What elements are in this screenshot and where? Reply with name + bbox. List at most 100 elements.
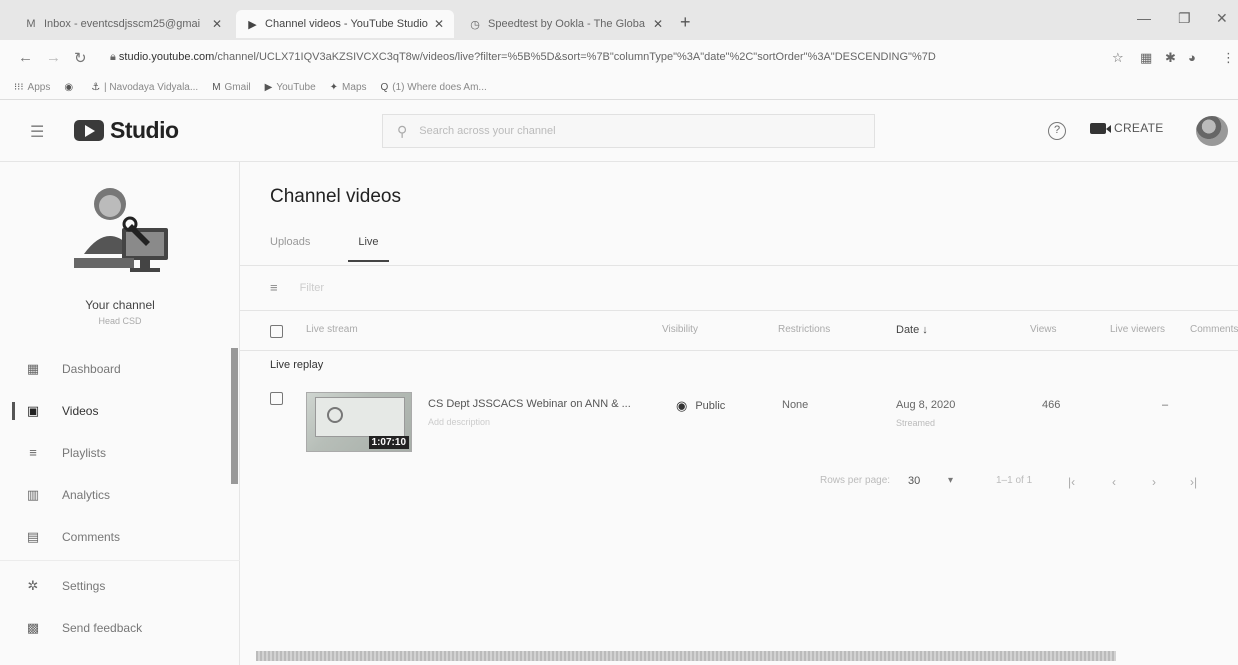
close-icon[interactable]: ✕ (212, 17, 222, 31)
apps-icon: ⁝⁝⁝ (14, 82, 24, 93)
url-domain: studio.youtube.com (118, 51, 215, 63)
sidebar-item-videos[interactable]: ▣ Videos (0, 390, 240, 432)
studio-logo[interactable]: Studio (74, 117, 179, 144)
address-bar-row: ← → ↻ 🔒︎ studio.youtube.com/channel/UCLX… (0, 40, 1238, 76)
last-page-icon[interactable]: ›| (1190, 475, 1197, 489)
hamburger-menu-icon[interactable]: ☰ (30, 122, 44, 142)
eye-icon: ◉ (676, 398, 688, 413)
puzzle-icon[interactable]: ✱ (1165, 50, 1176, 66)
account-avatar[interactable] (1196, 116, 1228, 146)
bookmark-youtube[interactable]: ▶ YouTube (265, 82, 316, 93)
feedback-icon: ▩ (26, 620, 40, 635)
bookmark-quora[interactable]: Q (1) Where does Am... (381, 82, 487, 93)
sidebar-item-playlists[interactable]: ≡ Playlists (0, 432, 240, 474)
visibility-dropdown[interactable]: ◉ Public (676, 398, 725, 414)
gmail-icon: M (212, 82, 221, 93)
logo-text: Studio (110, 117, 179, 143)
main-content: Channel videos Uploads Live ≡ Filter Liv… (240, 162, 1238, 665)
bookmark-navodaya[interactable]: ⚓ | Navodaya Vidyala... (91, 82, 198, 93)
prev-page-icon[interactable]: ‹ (1112, 475, 1116, 489)
new-tab-button[interactable]: + (680, 12, 691, 33)
bookmark-globe[interactable]: ◉ (64, 82, 77, 93)
sidebar-item-dashboard[interactable]: ▦ Dashboard (0, 348, 240, 390)
create-button[interactable]: CREATE (1090, 121, 1164, 135)
forward-icon[interactable]: → (46, 49, 61, 66)
extension-icon[interactable]: ▦ (1140, 50, 1152, 66)
column-header-live-viewers[interactable]: Live viewers (1110, 324, 1165, 335)
sidebar-item-settings[interactable]: ✲ Settings (0, 565, 240, 607)
star-icon[interactable]: ☆ (1112, 50, 1124, 66)
url-field[interactable]: 🔒︎ studio.youtube.com/channel/UCLX71IQV3… (110, 51, 1095, 64)
menu-kebab-icon[interactable]: ⋮ (1222, 50, 1235, 66)
tab-speedtest[interactable]: ◷ Speedtest by Ookla - The Globa ✕ (458, 10, 673, 38)
filter-icon[interactable]: ≡ (270, 280, 278, 295)
date-value: Aug 8, 2020 (896, 399, 956, 411)
bookmark-label: | Navodaya Vidyala... (104, 82, 199, 93)
restrictions-value: None (782, 399, 809, 411)
tab-gmail[interactable]: M Inbox - eventcsdjsscm25@gmai ✕ (14, 10, 232, 38)
tab-uploads[interactable]: Uploads (270, 236, 310, 262)
column-header-visibility[interactable]: Visibility (662, 324, 698, 335)
select-all-checkbox[interactable] (270, 325, 283, 338)
column-header-live-stream: Live stream (306, 324, 358, 335)
tab-youtube-studio[interactable]: ▶ Channel videos - YouTube Studio ✕ (236, 10, 454, 38)
horizontal-scrollbar[interactable] (256, 651, 1116, 661)
video-thumbnail[interactable]: 1:07:10 (306, 392, 412, 452)
thumbnail-logo (327, 407, 343, 423)
section-label: Live replay (270, 359, 324, 371)
sidebar-item-analytics[interactable]: ▥ Analytics (0, 474, 240, 516)
sidebar-item-label: Videos (62, 404, 99, 418)
sidebar-scrollbar[interactable] (231, 348, 238, 484)
close-icon[interactable]: ✕ (653, 17, 663, 31)
filter-divider (240, 310, 1238, 311)
column-header-views[interactable]: Views (1030, 324, 1057, 335)
sidebar-item-comments[interactable]: ▤ Comments (0, 516, 240, 558)
tab-live[interactable]: Live (348, 236, 389, 262)
reload-icon[interactable]: ↻ (74, 49, 87, 67)
bookmark-maps[interactable]: ✦ Maps (330, 82, 367, 93)
filter-input[interactable]: Filter (300, 282, 324, 294)
help-icon[interactable]: ? (1048, 122, 1066, 140)
bookmark-label: YouTube (276, 82, 316, 93)
bookmark-label: (1) Where does Am... (392, 82, 487, 93)
bookmark-apps[interactable]: ⁝⁝⁝ Apps (14, 82, 50, 93)
search-input[interactable] (419, 125, 840, 137)
rows-per-page-select[interactable]: 30 (908, 475, 920, 487)
live-viewers-value: – (1162, 399, 1169, 411)
restore-icon[interactable]: ❐ (1178, 10, 1191, 27)
channel-avatar[interactable] (70, 184, 176, 290)
bookmark-label: Apps (27, 82, 51, 93)
content-tabs: Uploads Live (270, 236, 389, 262)
create-camera-icon (1090, 122, 1111, 134)
first-page-icon[interactable]: |‹ (1068, 475, 1075, 489)
window-close-icon[interactable]: ✕ (1216, 10, 1228, 27)
column-header-comments[interactable]: Comments (1190, 324, 1238, 335)
profile-icon[interactable]: ◕ (1188, 50, 1196, 65)
video-description[interactable]: Add description (428, 417, 490, 427)
create-label: CREATE (1114, 121, 1164, 135)
date-subtext: Streamed (896, 418, 936, 428)
filter-bar[interactable]: ≡ Filter (270, 280, 324, 295)
visibility-value: Public (695, 400, 726, 412)
speedtest-icon: ◷ (470, 18, 480, 31)
minimize-icon[interactable]: — (1137, 10, 1151, 26)
channel-subtitle: Head CSD (98, 316, 142, 326)
bookmarks-bar: ⁝⁝⁝ Apps ◉ ⚓ | Navodaya Vidyala... M Gmail … (0, 76, 1238, 100)
header-divider (240, 350, 1238, 351)
column-header-restrictions[interactable]: Restrictions (778, 324, 830, 335)
gmail-icon: M (26, 18, 36, 30)
next-page-icon[interactable]: › (1152, 475, 1156, 489)
sidebar-item-label: Comments (62, 530, 121, 544)
back-icon[interactable]: ← (18, 49, 33, 66)
tab-title: Speedtest by Ookla - The Globa (488, 18, 645, 30)
search-bar: ⚲ (382, 114, 875, 148)
sidebar-item-send-feedback[interactable]: ▩ Send feedback (0, 607, 240, 649)
close-icon[interactable]: ✕ (434, 17, 444, 31)
column-header-date[interactable]: Date ↓ (896, 324, 928, 336)
chevron-down-icon[interactable]: ▾ (948, 475, 953, 486)
bookmark-gmail[interactable]: M Gmail (212, 82, 250, 93)
video-title[interactable]: CS Dept JSSCACS Webinar on ANN & ... (428, 398, 631, 410)
views-value: 466 (1042, 399, 1061, 411)
sidebar-item-label: Playlists (62, 446, 107, 460)
row-checkbox[interactable] (270, 392, 283, 405)
